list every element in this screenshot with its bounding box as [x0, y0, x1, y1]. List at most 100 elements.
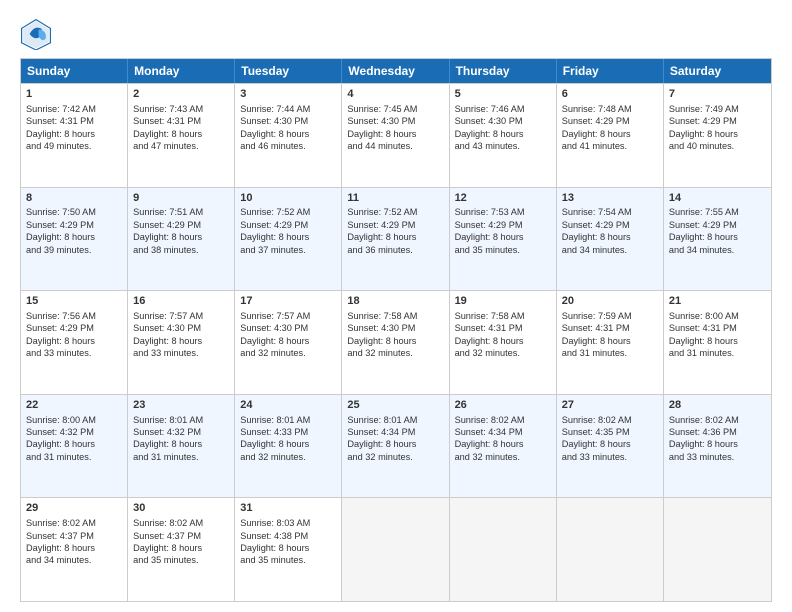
- day-number: 31: [240, 501, 336, 516]
- cal-day-13: 13Sunrise: 7:54 AMSunset: 4:29 PMDayligh…: [557, 188, 664, 291]
- day-info-line: Sunset: 4:30 PM: [240, 115, 336, 127]
- cal-empty: [450, 498, 557, 601]
- day-info-line: Sunset: 4:31 PM: [669, 322, 766, 334]
- day-info-line: Daylight: 8 hours: [26, 438, 122, 450]
- cal-day-24: 24Sunrise: 8:01 AMSunset: 4:33 PMDayligh…: [235, 395, 342, 498]
- day-info-line: Daylight: 8 hours: [347, 128, 443, 140]
- day-info-line: Daylight: 8 hours: [562, 231, 658, 243]
- day-info-line: Sunset: 4:31 PM: [562, 322, 658, 334]
- day-info-line: Daylight: 8 hours: [562, 335, 658, 347]
- day-info-line: Sunrise: 8:01 AM: [133, 414, 229, 426]
- day-info-line: Sunrise: 7:49 AM: [669, 103, 766, 115]
- day-number: 1: [26, 87, 122, 102]
- day-info-line: Sunset: 4:29 PM: [669, 115, 766, 127]
- day-info-line: and 36 minutes.: [347, 244, 443, 256]
- cal-day-26: 26Sunrise: 8:02 AMSunset: 4:34 PMDayligh…: [450, 395, 557, 498]
- day-info-line: Sunrise: 7:57 AM: [240, 310, 336, 322]
- day-info-line: Daylight: 8 hours: [26, 231, 122, 243]
- day-number: 5: [455, 87, 551, 102]
- cal-day-22: 22Sunrise: 8:00 AMSunset: 4:32 PMDayligh…: [21, 395, 128, 498]
- day-info-line: Sunset: 4:32 PM: [133, 426, 229, 438]
- day-info-line: and 32 minutes.: [347, 347, 443, 359]
- cal-day-21: 21Sunrise: 8:00 AMSunset: 4:31 PMDayligh…: [664, 291, 771, 394]
- day-info-line: Daylight: 8 hours: [26, 335, 122, 347]
- day-info-line: Sunset: 4:30 PM: [240, 322, 336, 334]
- day-info-line: Sunrise: 7:59 AM: [562, 310, 658, 322]
- cal-day-31: 31Sunrise: 8:03 AMSunset: 4:38 PMDayligh…: [235, 498, 342, 601]
- day-info-line: Sunrise: 7:45 AM: [347, 103, 443, 115]
- day-info-line: and 31 minutes.: [669, 347, 766, 359]
- day-info-line: and 31 minutes.: [562, 347, 658, 359]
- day-info-line: and 33 minutes.: [133, 347, 229, 359]
- day-info-line: Sunset: 4:30 PM: [347, 322, 443, 334]
- day-info-line: Sunrise: 7:50 AM: [26, 206, 122, 218]
- day-info-line: and 39 minutes.: [26, 244, 122, 256]
- header-day-monday: Monday: [128, 59, 235, 83]
- cal-day-5: 5Sunrise: 7:46 AMSunset: 4:30 PMDaylight…: [450, 84, 557, 187]
- day-info-line: and 34 minutes.: [26, 554, 122, 566]
- day-info-line: Sunrise: 7:53 AM: [455, 206, 551, 218]
- day-info-line: Sunset: 4:34 PM: [347, 426, 443, 438]
- day-info-line: Daylight: 8 hours: [562, 128, 658, 140]
- day-info-line: Daylight: 8 hours: [26, 128, 122, 140]
- day-info-line: Sunrise: 7:52 AM: [240, 206, 336, 218]
- header-day-friday: Friday: [557, 59, 664, 83]
- cal-day-12: 12Sunrise: 7:53 AMSunset: 4:29 PMDayligh…: [450, 188, 557, 291]
- day-number: 30: [133, 501, 229, 516]
- calendar-body: 1Sunrise: 7:42 AMSunset: 4:31 PMDaylight…: [21, 83, 771, 601]
- day-info-line: and 38 minutes.: [133, 244, 229, 256]
- logo-icon: [20, 18, 52, 50]
- day-info-line: and 46 minutes.: [240, 140, 336, 152]
- day-info-line: Sunrise: 8:02 AM: [133, 517, 229, 529]
- cal-day-3: 3Sunrise: 7:44 AMSunset: 4:30 PMDaylight…: [235, 84, 342, 187]
- day-info-line: and 44 minutes.: [347, 140, 443, 152]
- day-number: 9: [133, 191, 229, 206]
- day-number: 8: [26, 191, 122, 206]
- cal-day-25: 25Sunrise: 8:01 AMSunset: 4:34 PMDayligh…: [342, 395, 449, 498]
- day-info-line: Daylight: 8 hours: [240, 542, 336, 554]
- day-number: 15: [26, 294, 122, 309]
- cal-day-6: 6Sunrise: 7:48 AMSunset: 4:29 PMDaylight…: [557, 84, 664, 187]
- day-info-line: Daylight: 8 hours: [669, 438, 766, 450]
- day-info-line: Sunrise: 7:52 AM: [347, 206, 443, 218]
- day-info-line: Sunset: 4:33 PM: [240, 426, 336, 438]
- day-info-line: Sunrise: 8:01 AM: [240, 414, 336, 426]
- day-info-line: Sunrise: 7:58 AM: [455, 310, 551, 322]
- cal-day-27: 27Sunrise: 8:02 AMSunset: 4:35 PMDayligh…: [557, 395, 664, 498]
- day-number: 24: [240, 398, 336, 413]
- calendar-row-4: 22Sunrise: 8:00 AMSunset: 4:32 PMDayligh…: [21, 394, 771, 498]
- day-info-line: Sunset: 4:36 PM: [669, 426, 766, 438]
- day-info-line: Sunset: 4:32 PM: [26, 426, 122, 438]
- day-info-line: Sunrise: 8:01 AM: [347, 414, 443, 426]
- day-info-line: Daylight: 8 hours: [669, 231, 766, 243]
- day-info-line: and 40 minutes.: [669, 140, 766, 152]
- day-info-line: Sunrise: 8:02 AM: [26, 517, 122, 529]
- day-info-line: and 34 minutes.: [669, 244, 766, 256]
- calendar-row-3: 15Sunrise: 7:56 AMSunset: 4:29 PMDayligh…: [21, 290, 771, 394]
- day-number: 17: [240, 294, 336, 309]
- page: SundayMondayTuesdayWednesdayThursdayFrid…: [0, 0, 792, 612]
- cal-empty: [557, 498, 664, 601]
- day-info-line: Sunset: 4:29 PM: [133, 219, 229, 231]
- cal-day-8: 8Sunrise: 7:50 AMSunset: 4:29 PMDaylight…: [21, 188, 128, 291]
- cal-day-17: 17Sunrise: 7:57 AMSunset: 4:30 PMDayligh…: [235, 291, 342, 394]
- day-number: 13: [562, 191, 658, 206]
- day-info-line: Sunrise: 7:51 AM: [133, 206, 229, 218]
- day-info-line: Daylight: 8 hours: [133, 335, 229, 347]
- day-info-line: Daylight: 8 hours: [562, 438, 658, 450]
- day-info-line: and 35 minutes.: [133, 554, 229, 566]
- logo: [20, 18, 56, 50]
- day-info-line: and 33 minutes.: [669, 451, 766, 463]
- day-info-line: Sunrise: 7:56 AM: [26, 310, 122, 322]
- day-info-line: Sunrise: 8:02 AM: [455, 414, 551, 426]
- day-info-line: and 37 minutes.: [240, 244, 336, 256]
- day-info-line: and 32 minutes.: [240, 451, 336, 463]
- day-info-line: Daylight: 8 hours: [133, 231, 229, 243]
- day-info-line: Sunrise: 7:54 AM: [562, 206, 658, 218]
- day-info-line: Sunset: 4:34 PM: [455, 426, 551, 438]
- day-info-line: Daylight: 8 hours: [347, 438, 443, 450]
- day-info-line: Daylight: 8 hours: [669, 128, 766, 140]
- day-info-line: and 47 minutes.: [133, 140, 229, 152]
- cal-day-28: 28Sunrise: 8:02 AMSunset: 4:36 PMDayligh…: [664, 395, 771, 498]
- day-info-line: Sunrise: 8:02 AM: [669, 414, 766, 426]
